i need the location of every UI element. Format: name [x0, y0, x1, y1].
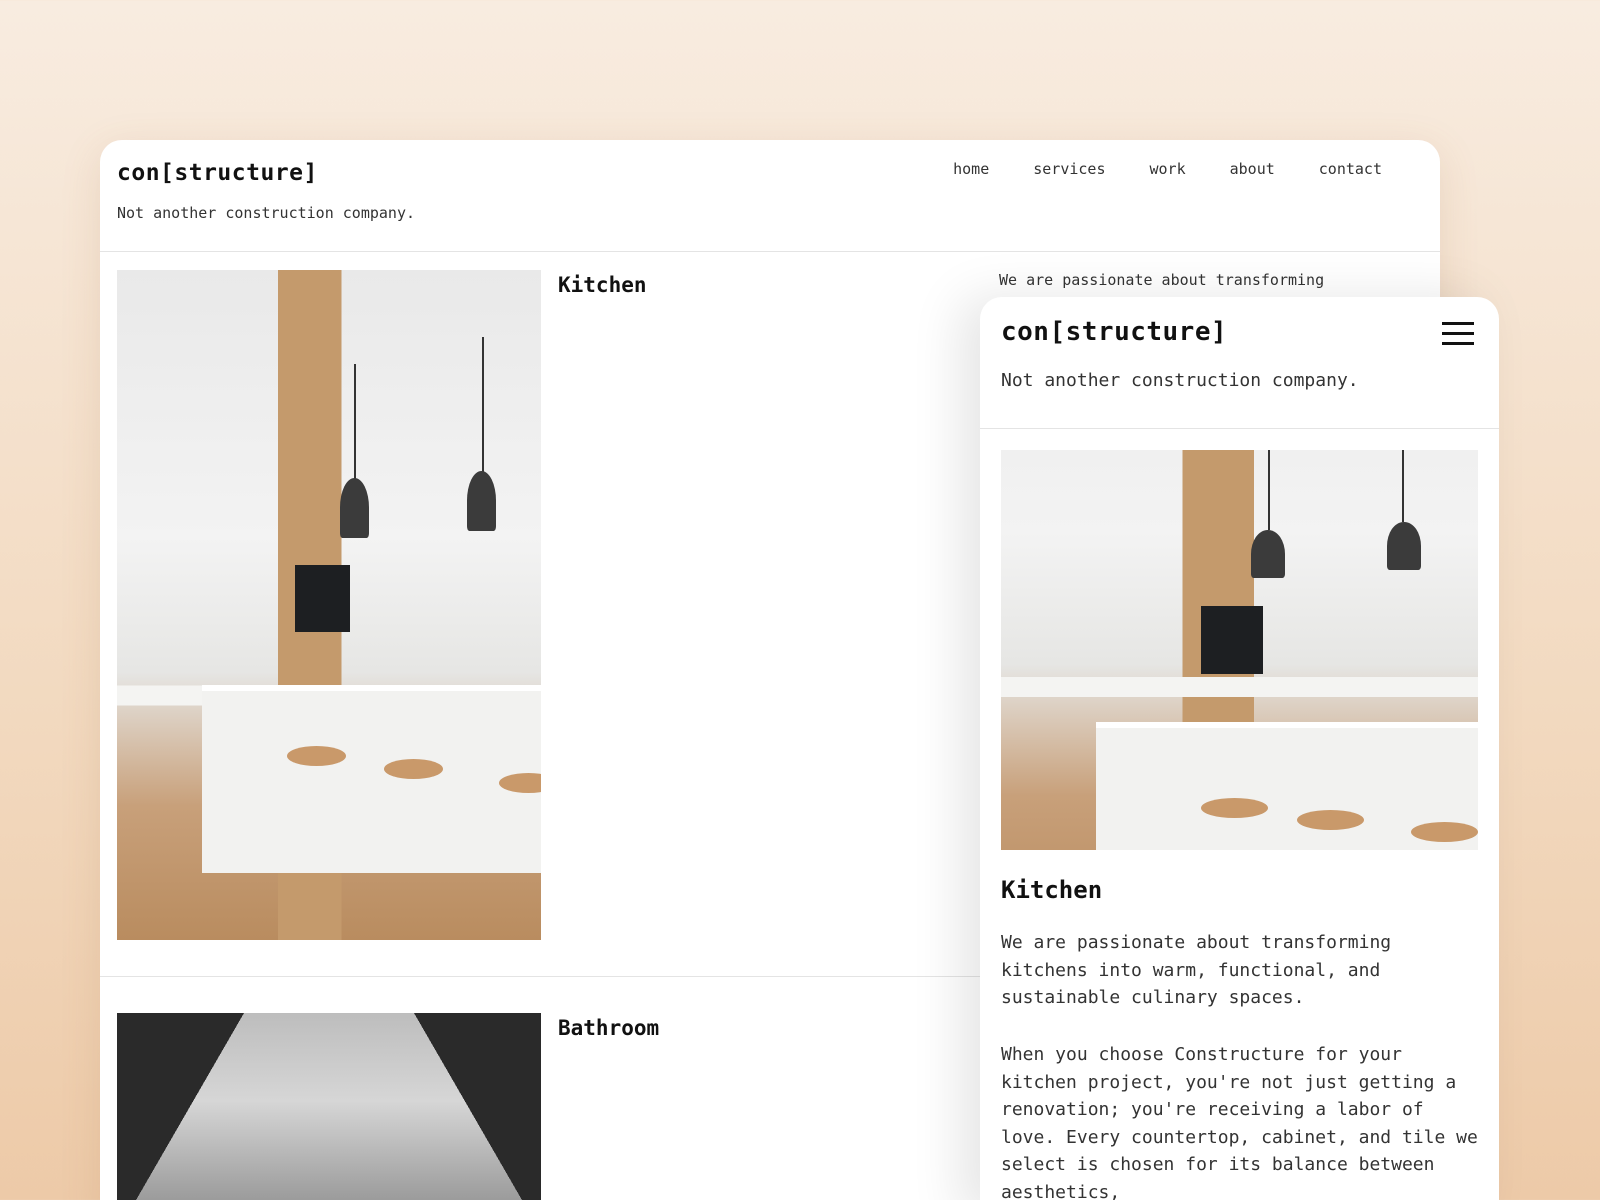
- section-title-kitchen: Kitchen: [558, 273, 647, 297]
- mobile-paragraph-1: We are passionate about transforming kit…: [1001, 932, 1402, 1008]
- mobile-header-divider: [980, 428, 1499, 429]
- nav-services[interactable]: services: [1033, 160, 1105, 178]
- mobile-logo[interactable]: con[structure]: [1001, 317, 1227, 347]
- bathroom-image: [117, 1013, 541, 1200]
- main-nav: home services work about contact: [953, 160, 1382, 178]
- logo[interactable]: con[structure]: [117, 160, 318, 186]
- mobile-section-title: Kitchen: [1001, 876, 1103, 904]
- nav-about[interactable]: about: [1230, 160, 1275, 178]
- section-title-bathroom: Bathroom: [558, 1016, 660, 1040]
- mobile-paragraph-2: When you choose Constructure for your ki…: [1001, 1044, 1489, 1200]
- mobile-tagline: Not another construction company.: [1001, 370, 1359, 391]
- kitchen-image: [117, 270, 541, 940]
- kitchen-description: We are passionate about transforming: [999, 271, 1325, 289]
- nav-work[interactable]: work: [1150, 160, 1186, 178]
- header-divider: [100, 251, 1440, 252]
- tagline: Not another construction company.: [117, 204, 416, 222]
- hamburger-icon[interactable]: [1442, 322, 1474, 346]
- nav-contact[interactable]: contact: [1319, 160, 1382, 178]
- mobile-kitchen-image: [1001, 450, 1478, 850]
- nav-home[interactable]: home: [953, 160, 989, 178]
- mobile-preview: con[structure] Not another construction …: [980, 297, 1499, 1200]
